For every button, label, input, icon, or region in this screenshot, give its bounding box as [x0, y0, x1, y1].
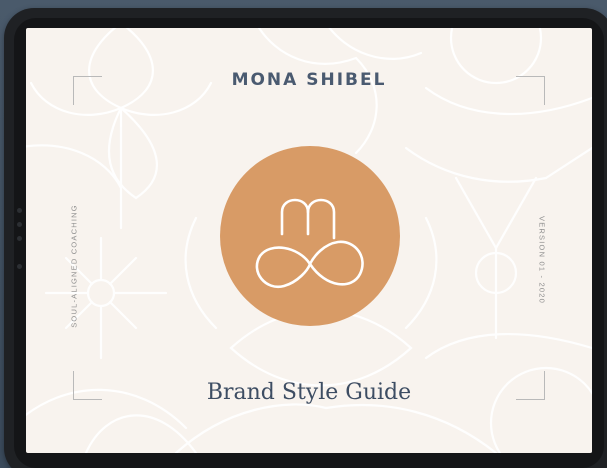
tablet-button-dot — [17, 236, 22, 241]
logo-disc — [220, 146, 400, 326]
mb-monogram-icon — [255, 198, 364, 289]
brand-guide-cover: MONA SHIBEL SOUL-ALIGNED COACHING VERSIO… — [26, 28, 592, 453]
tablet-button-dot — [17, 222, 22, 227]
guide-title: Brand Style Guide — [206, 380, 412, 405]
tablet-button-dot — [17, 264, 22, 269]
brand-name: MONA SHIBEL — [231, 70, 387, 90]
tagline-vertical: SOUL-ALIGNED COACHING — [69, 204, 79, 328]
version-vertical: VERSION 01 - 2020 — [537, 216, 547, 304]
tablet-button-dot — [17, 208, 22, 213]
